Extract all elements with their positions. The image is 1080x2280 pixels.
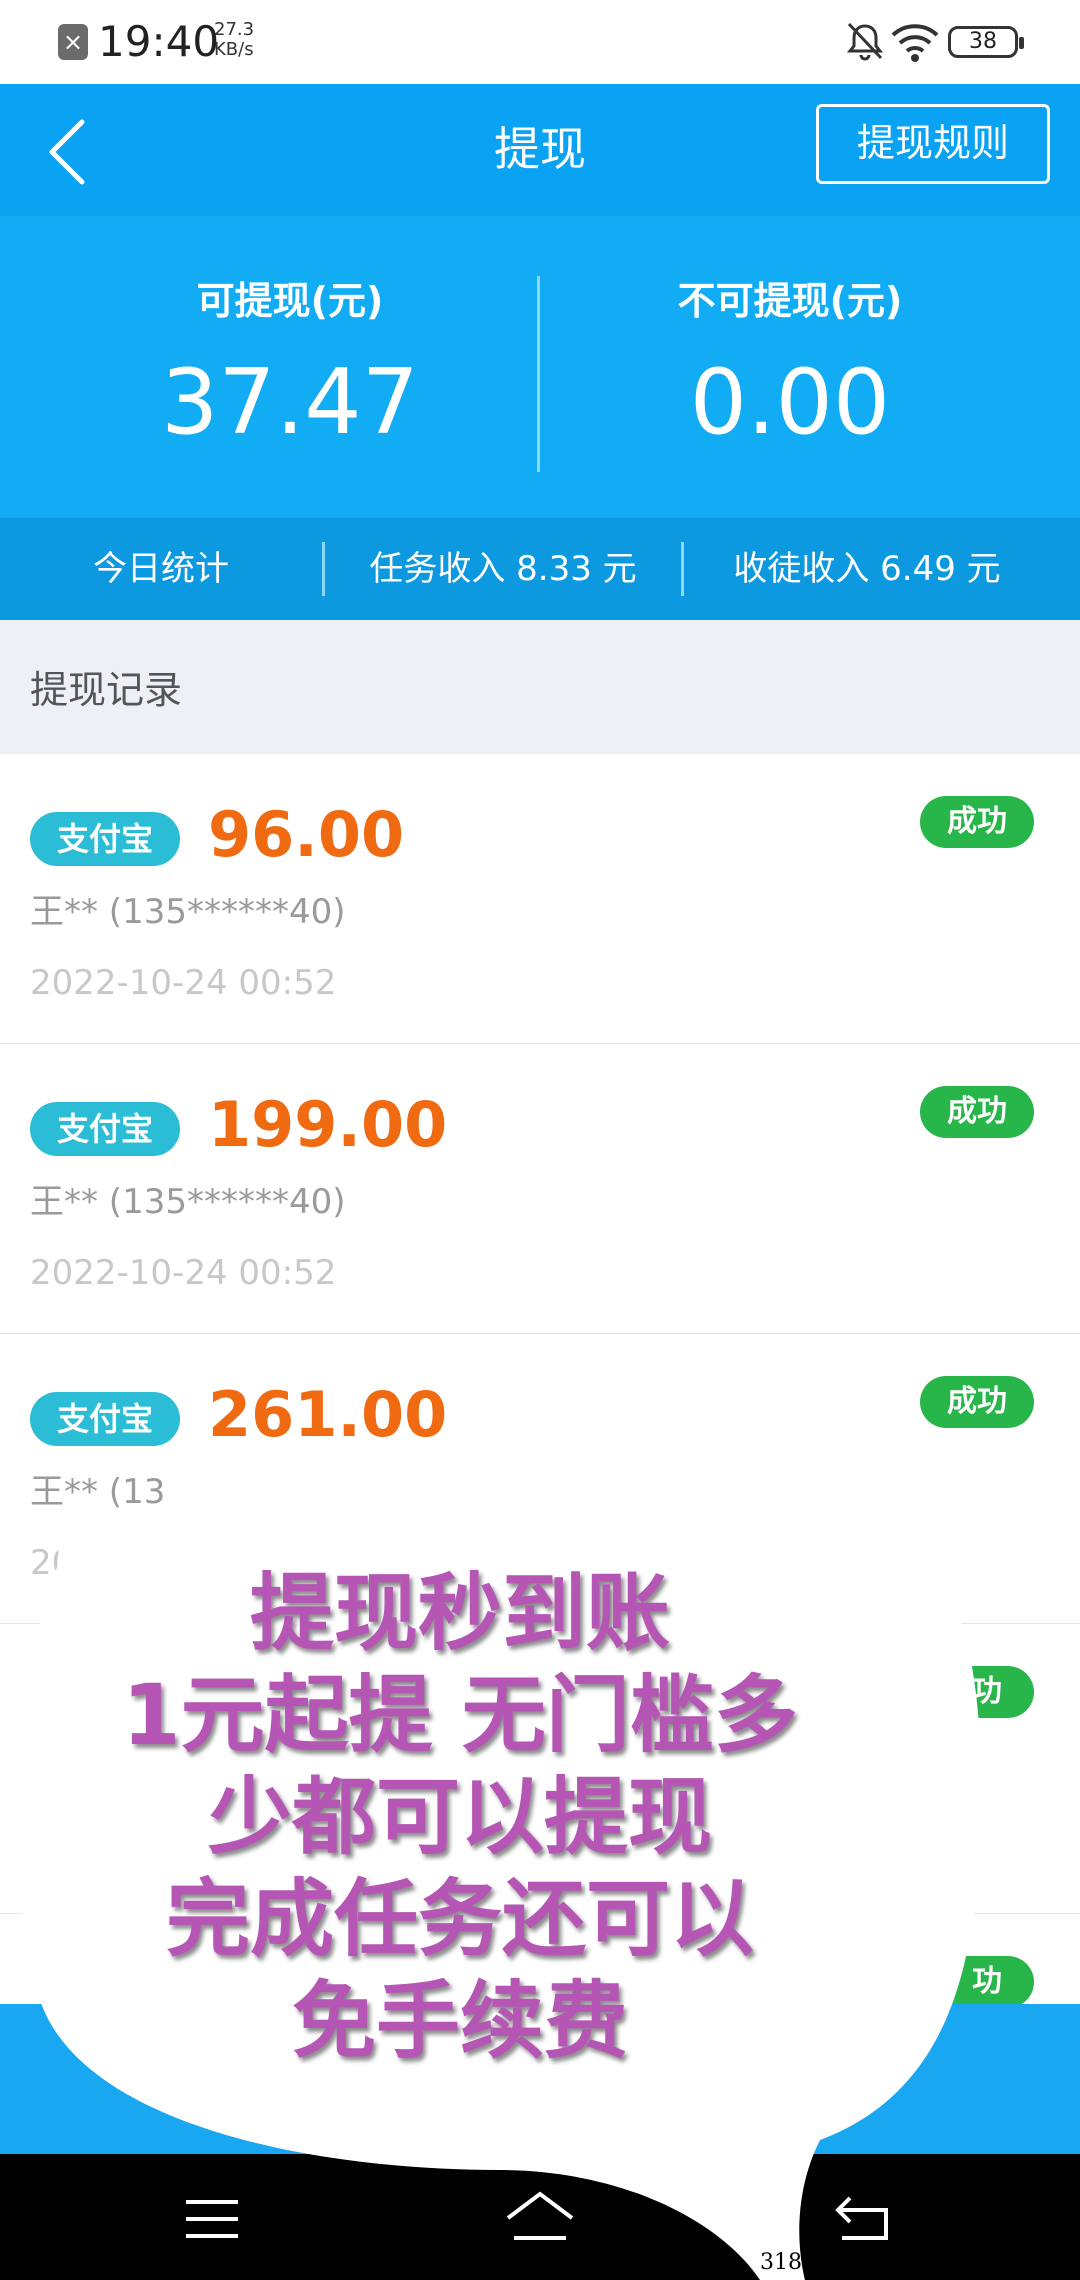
records-title: 提现记录 [30, 668, 183, 712]
home-icon[interactable] [500, 2184, 580, 2254]
apprentice-income: 收徒收入 6.49 元 [733, 549, 1001, 589]
status-bar: × 19:40 27.3 KB/s 38 [0, 0, 1080, 84]
network-speed-value: 27.3 [214, 19, 255, 40]
record-row[interactable]: 支付宝 96.00 王** (135******40) 2022-10-24 0… [0, 754, 1080, 1044]
promo-line: 提现秒到账 [249, 1564, 670, 1662]
status-badge: 功 [940, 1666, 1034, 1718]
record-account: 王** (13 [30, 1472, 166, 1512]
record-time: 2022-10-24 00:52 [30, 1253, 337, 1293]
network-speed-unit: KB/s [214, 39, 254, 60]
menu-icon[interactable] [172, 2184, 252, 2254]
withdraw-rules-button[interactable]: 提现规则 [816, 104, 1050, 184]
status-badge: 成功 [920, 1086, 1034, 1138]
non-withdrawable-label: 不可提现(元) [677, 279, 903, 323]
notification-close-icon: × [58, 24, 88, 60]
alipay-badge: 支付宝 [30, 1392, 180, 1446]
header-bar: 提现 提现规则 [0, 84, 1080, 216]
withdrawable-amount: 37.47 [161, 350, 419, 455]
today-stats-label: 今日统计 [93, 549, 229, 589]
balance-panel: 可提现(元) 37.47 不可提现(元) 0.00 [0, 216, 1080, 518]
record-account: 王** (135******40) [30, 1182, 346, 1222]
bell-muted-icon [846, 22, 884, 61]
system-nav-bar [0, 2154, 1080, 2280]
withdrawable-label: 可提现(元) [196, 279, 384, 323]
task-income: 任务收入 8.33 元 [369, 549, 637, 589]
promo-line: 少都可以提现 [207, 1768, 712, 1866]
alipay-badge: 支付宝 [30, 812, 180, 866]
record-amount: 261.00 [208, 1378, 448, 1451]
record-row[interactable]: 支付宝 199.00 王** (135******40) 2022-10-24 … [0, 1044, 1080, 1334]
battery-icon: 38 [948, 26, 1024, 58]
non-withdrawable-amount: 0.00 [689, 350, 891, 455]
status-badge: 成功 [920, 1376, 1034, 1428]
network-speed: 27.3 KB/s [214, 20, 254, 60]
status-time: 19:40 [98, 17, 220, 66]
promo-line: 1元起提 无门槛多 [122, 1666, 798, 1764]
status-badge: 功 [940, 1956, 1034, 2008]
record-time: 2022-10-24 00:52 [30, 963, 337, 1003]
wifi-icon [891, 24, 939, 62]
record-amount: 96.00 [208, 798, 405, 871]
record-account: 王** (135******40) [30, 892, 346, 932]
promo-line: 完成任务还可以 [165, 1870, 754, 1968]
promo-line: 免手续费 [291, 1972, 628, 2070]
page-title: 提现 [494, 122, 586, 176]
corner-code: 318 [760, 2250, 802, 2275]
promo-text: 提现秒到账 1元起提 无门槛多 少都可以提现 完成任务还可以 免手续费 [60, 1562, 860, 2072]
status-badge: 成功 [920, 796, 1034, 848]
record-amount: 199.00 [208, 1088, 448, 1161]
return-icon[interactable] [828, 2184, 908, 2254]
stats-strip: 今日统计 任务收入 8.33 元 收徒收入 6.49 元 [0, 518, 1080, 620]
back-chevron-left-icon[interactable] [42, 114, 102, 190]
alipay-badge: 支付宝 [30, 1102, 180, 1156]
